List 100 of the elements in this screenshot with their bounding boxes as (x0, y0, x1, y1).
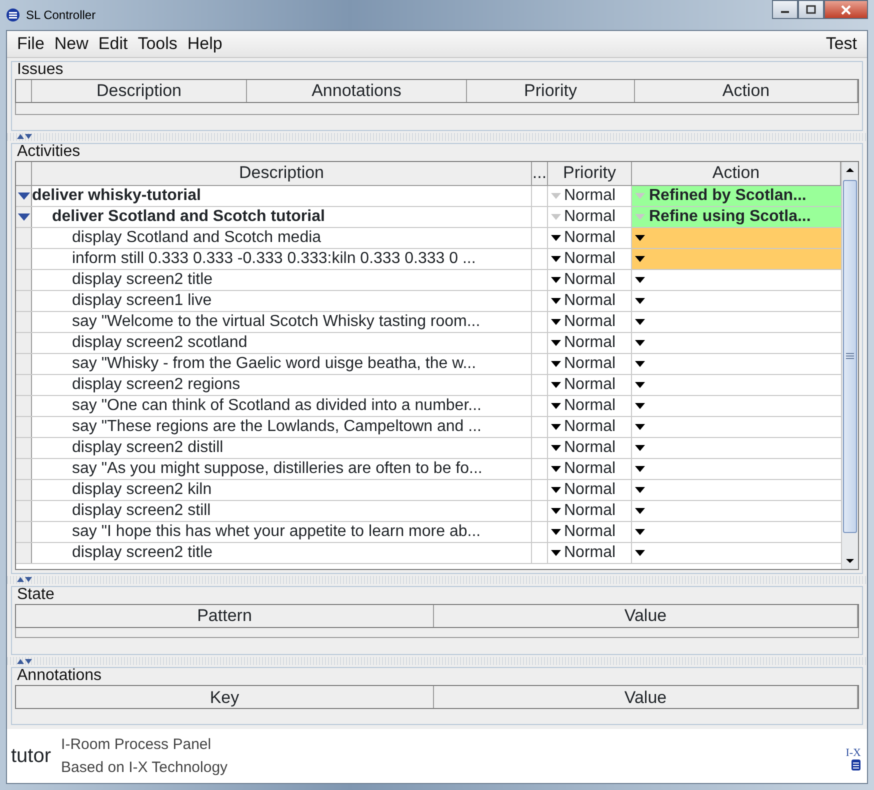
dropdown-arrow-icon (634, 212, 646, 221)
maximize-button[interactable] (798, 0, 824, 19)
priority-value: Normal (564, 248, 616, 269)
priority-dropdown[interactable]: Normal (548, 248, 632, 269)
dropdown-arrow-icon (634, 254, 646, 263)
menu-item[interactable]: Edit (94, 31, 132, 57)
minimize-button[interactable] (772, 0, 798, 19)
column-header[interactable]: ... (532, 162, 548, 185)
priority-dropdown[interactable]: Normal (548, 270, 632, 290)
priority-dropdown[interactable]: Normal (548, 458, 632, 479)
footer-text: Based on I-X Technology (61, 758, 228, 778)
priority-dropdown[interactable]: Normal (548, 480, 632, 500)
window-title: SL Controller (26, 7, 96, 24)
expand-toggle-icon[interactable] (18, 192, 30, 200)
priority-dropdown[interactable]: Normal (548, 542, 632, 563)
dropdown-arrow-icon (634, 464, 646, 473)
scroll-thumb[interactable] (843, 180, 857, 533)
priority-dropdown[interactable]: Normal (548, 416, 632, 437)
priority-dropdown[interactable]: Normal (548, 312, 632, 332)
menu-item[interactable]: File (13, 31, 48, 57)
priority-dropdown[interactable]: Normal (548, 438, 632, 458)
column-header[interactable]: Priority (467, 80, 635, 102)
footer-text: I-Room Process Panel (61, 735, 212, 756)
logo-icon (851, 759, 861, 771)
dropdown-arrow-icon (634, 234, 646, 242)
priority-value: Normal (564, 522, 616, 542)
priority-dropdown[interactable]: Normal (548, 396, 632, 416)
action-dropdown[interactable]: Refined by Scotlan... (632, 186, 841, 206)
scroll-down-icon (846, 558, 854, 563)
action-value: Refined by Scotlan... (649, 186, 806, 206)
column-header[interactable]: Pattern (16, 604, 434, 626)
row-header[interactable] (16, 206, 32, 227)
priority-value: Normal (564, 332, 616, 353)
dropdown-arrow-icon (634, 276, 646, 284)
priority-value: Normal (564, 416, 616, 437)
column-header[interactable]: Value (434, 604, 858, 626)
priority-dropdown[interactable]: Normal (548, 228, 632, 248)
dropdown-arrow-icon (634, 444, 646, 452)
dropdown-arrow-icon (634, 548, 646, 557)
dropdown-arrow-icon (634, 318, 646, 326)
row-header[interactable] (16, 186, 32, 206)
user-name: tutor (11, 744, 52, 770)
section-title: State (16, 586, 56, 604)
dropdown-arrow-icon (634, 380, 646, 389)
column-header[interactable]: Description (32, 80, 247, 102)
priority-dropdown[interactable]: Normal (548, 206, 632, 227)
priority-value: Normal (564, 458, 616, 479)
priority-dropdown[interactable]: Normal (548, 186, 632, 206)
column-header[interactable]: Action (635, 80, 858, 102)
dropdown-arrow-icon (634, 402, 646, 410)
section-title: Activities (16, 142, 82, 161)
priority-value: Normal (564, 438, 616, 458)
column-header[interactable]: Value (434, 686, 858, 708)
priority-dropdown[interactable]: Normal (548, 354, 632, 374)
menu-item[interactable]: Tools (134, 31, 182, 57)
column-header[interactable]: Description (32, 162, 532, 185)
menu-item[interactable]: New (50, 31, 92, 57)
priority-value: Normal (564, 480, 616, 500)
dropdown-arrow-icon (634, 360, 646, 368)
menu-item[interactable]: Help (183, 31, 226, 57)
dropdown-arrow-icon (634, 192, 646, 200)
column-header[interactable]: Key (16, 686, 434, 708)
dropdown-arrow-icon (634, 506, 646, 515)
dropdown-arrow-icon (634, 528, 646, 536)
priority-value: Normal (564, 228, 616, 248)
priority-dropdown[interactable]: Normal (548, 522, 632, 542)
scroll-up-icon (846, 168, 854, 172)
scrollbar[interactable] (841, 162, 858, 569)
logo-text: I-X (846, 747, 861, 759)
priority-value: Normal (564, 396, 616, 416)
priority-dropdown[interactable]: Normal (548, 290, 632, 311)
priority-value: Normal (564, 312, 616, 332)
column-header[interactable]: Annotations (247, 80, 467, 102)
app-icon (6, 8, 20, 22)
action-dropdown[interactable]: Refine using Scotla... (632, 206, 841, 227)
dropdown-arrow-icon (634, 338, 646, 347)
section-title: Annotations (16, 667, 103, 686)
priority-dropdown[interactable]: Normal (548, 374, 632, 395)
maximize-icon (806, 5, 816, 14)
priority-dropdown[interactable]: Normal (548, 332, 632, 353)
priority-dropdown[interactable]: Normal (548, 500, 632, 521)
priority-value: Normal (564, 206, 616, 227)
priority-value: Normal (564, 542, 616, 563)
column-header[interactable]: Priority (548, 162, 632, 185)
priority-value: Normal (564, 354, 616, 374)
menu-item[interactable]: Test (822, 31, 861, 57)
dropdown-arrow-icon (634, 422, 646, 431)
dropdown-arrow-icon (634, 296, 646, 305)
priority-value: Normal (564, 290, 616, 311)
dropdown-arrow-icon (634, 486, 646, 494)
close-icon (840, 4, 852, 14)
priority-value: Normal (564, 186, 616, 206)
close-button[interactable] (824, 0, 868, 19)
activity-description: deliver whisky-tutorial (32, 186, 532, 206)
priority-value: Normal (564, 270, 616, 290)
priority-value: Normal (564, 500, 616, 521)
action-value: Refine using Scotla... (649, 206, 811, 227)
expand-toggle-icon[interactable] (18, 212, 30, 221)
priority-value: Normal (564, 374, 616, 395)
section-title: Issues (16, 60, 64, 79)
